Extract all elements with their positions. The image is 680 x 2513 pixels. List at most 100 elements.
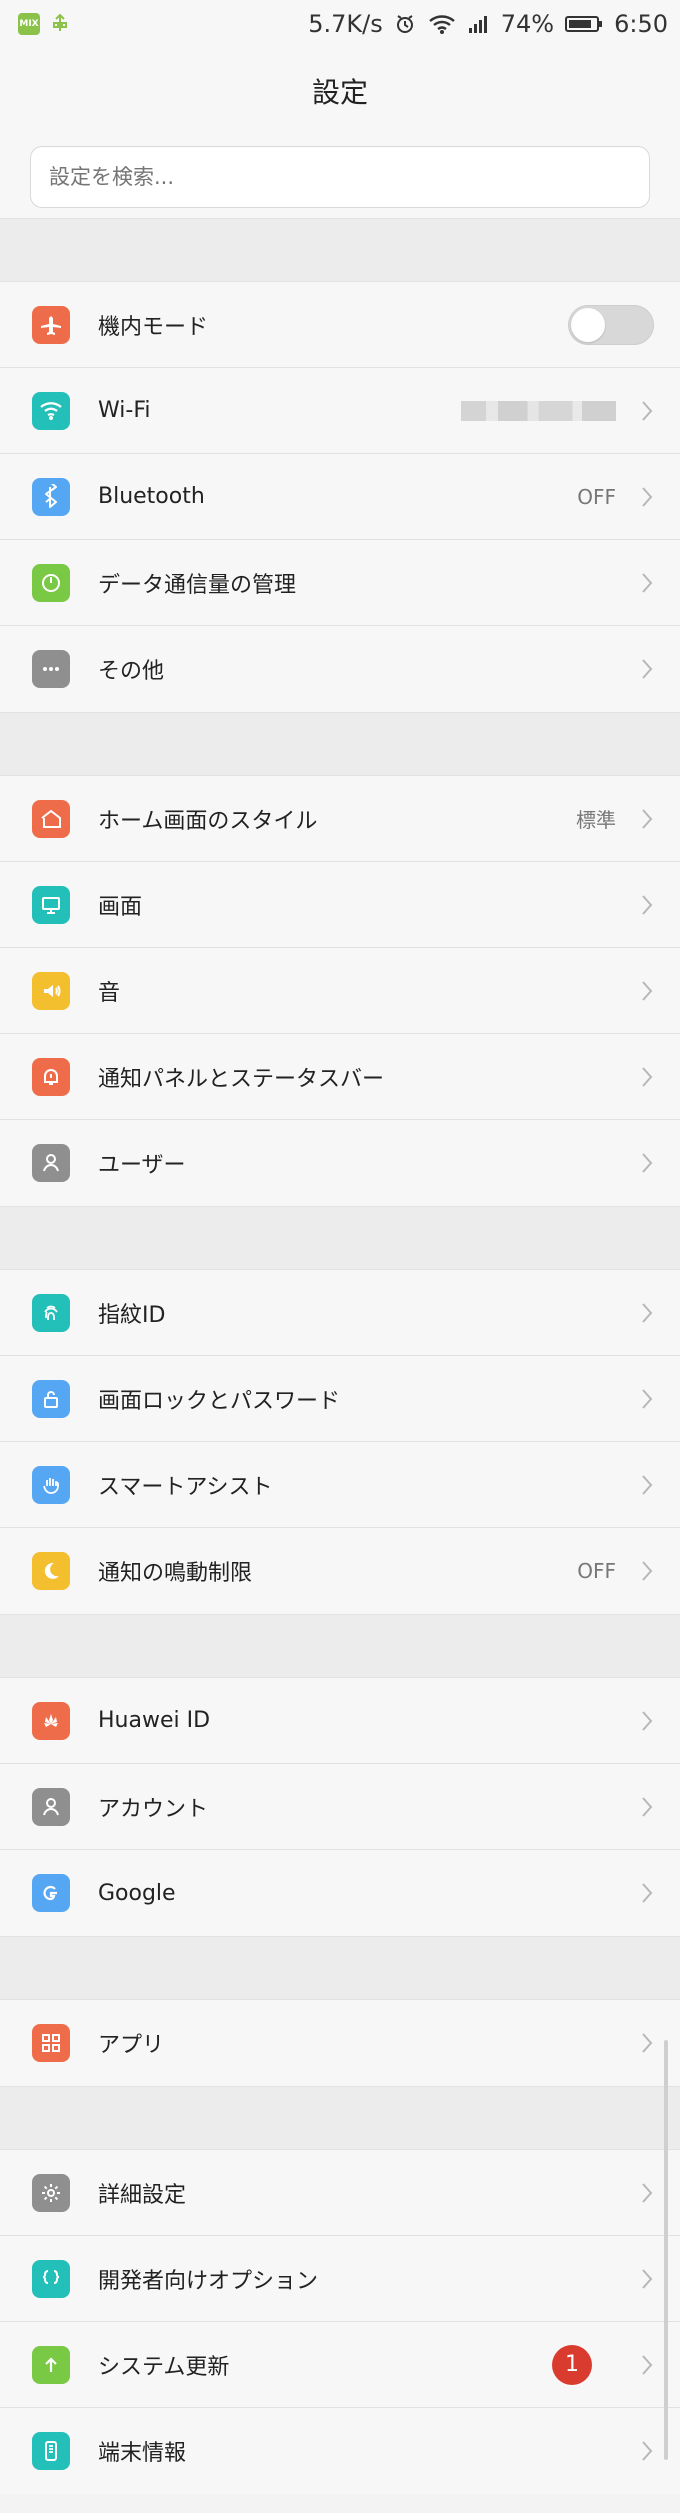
settings-row-sound[interactable]: 音 xyxy=(0,948,680,1034)
settings-row-data-usage[interactable]: データ通信量の管理 xyxy=(0,540,680,626)
home-icon xyxy=(32,799,70,838)
settings-row-apps[interactable]: アプリ xyxy=(0,2000,680,2086)
search-area xyxy=(0,134,680,218)
settings-row-accounts[interactable]: アカウント xyxy=(0,1764,680,1850)
chevron-right-icon xyxy=(638,892,656,918)
usb-icon xyxy=(50,13,70,35)
status-bar: MIX 5.7K/s 74% 6:50 xyxy=(0,0,680,48)
settings-row-home-style[interactable]: ホーム画面のスタイル 標準 xyxy=(0,776,680,862)
row-label: Bluetooth xyxy=(98,484,205,509)
chevron-right-icon xyxy=(638,978,656,1004)
code-braces-icon xyxy=(32,2259,70,2298)
row-label: その他 xyxy=(98,659,165,684)
wifi-icon xyxy=(32,391,70,430)
row-label: Google xyxy=(98,1880,176,1906)
row-label: スマートアシスト xyxy=(98,1474,273,1500)
settings-row-fingerprint-id[interactable]: 指紋ID xyxy=(0,1270,680,1356)
device-info-icon xyxy=(32,2432,70,2470)
chevron-right-icon xyxy=(638,1150,656,1176)
settings-row-developer-options[interactable]: 開発者向けオプション xyxy=(0,2236,680,2322)
mix-app-icon: MIX xyxy=(18,13,40,35)
settings-row-huawei-id[interactable]: Huawei ID xyxy=(0,1678,680,1764)
settings-row-wifi[interactable]: Wi-Fi xyxy=(0,368,680,454)
settings-row-google[interactable]: Google xyxy=(0,1850,680,1936)
battery-icon xyxy=(564,13,604,35)
row-label: ホーム画面のスタイル xyxy=(98,808,318,834)
row-label: 詳細設定 xyxy=(98,2182,187,2208)
settings-row-system-update[interactable]: システム更新 1 xyxy=(0,2322,680,2408)
page-title: 設定 xyxy=(311,76,368,109)
more-icon xyxy=(32,650,70,688)
row-label: 機内モード xyxy=(98,314,209,340)
huawei-icon xyxy=(32,1701,70,1740)
chevron-right-icon xyxy=(638,1300,656,1326)
settings-group-2: ホーム画面のスタイル 標準 画面 音 通知パネルとステータスバー ユーザー xyxy=(0,776,680,1206)
row-label: データ通信量の管理 xyxy=(98,572,297,598)
user-icon xyxy=(32,1144,70,1182)
lock-icon xyxy=(32,1379,70,1418)
airplane-mode-toggle[interactable] xyxy=(568,304,654,345)
row-label: アプリ xyxy=(98,2033,165,2058)
do-not-disturb-value: OFF xyxy=(577,1559,616,1583)
section-gap xyxy=(0,218,680,282)
chevron-right-icon xyxy=(638,2438,656,2464)
network-speed: 5.7K/s xyxy=(308,10,383,38)
chevron-right-icon xyxy=(638,2030,656,2056)
scrollbar[interactable] xyxy=(664,2040,668,2460)
chevron-right-icon xyxy=(638,1472,656,1498)
row-label: アカウント xyxy=(98,1796,209,1822)
row-label: 音 xyxy=(98,980,121,1006)
wifi-network-name-blurred xyxy=(461,400,616,421)
settings-row-smart-assist[interactable]: スマートアシスト xyxy=(0,1442,680,1528)
settings-row-more[interactable]: その他 xyxy=(0,626,680,712)
settings-group-5: アプリ xyxy=(0,2000,680,2086)
chevron-right-icon xyxy=(638,656,656,682)
fingerprint-icon xyxy=(32,1293,70,1332)
row-label: 画面ロックとパスワード xyxy=(98,1388,341,1414)
settings-row-display[interactable]: 画面 xyxy=(0,862,680,948)
toggle-knob xyxy=(571,307,605,342)
hand-icon xyxy=(32,1465,70,1504)
settings-row-about-device[interactable]: 端末情報 xyxy=(0,2408,680,2494)
settings-row-bluetooth[interactable]: Bluetooth OFF xyxy=(0,454,680,540)
row-label: 画面 xyxy=(98,894,143,920)
chevron-right-icon xyxy=(638,1558,656,1584)
gear-icon xyxy=(32,2173,70,2212)
chevron-right-icon xyxy=(638,1794,656,1820)
status-right: 5.7K/s 74% 6:50 xyxy=(308,10,668,38)
settings-search-input[interactable] xyxy=(30,146,650,208)
row-label: システム更新 xyxy=(98,2354,230,2380)
settings-row-screen-lock[interactable]: 画面ロックとパスワード xyxy=(0,1356,680,1442)
alarm-icon xyxy=(393,12,417,36)
notification-icon xyxy=(32,1057,70,1096)
chevron-right-icon xyxy=(638,1386,656,1412)
settings-group-6: 詳細設定 開発者向けオプション システム更新 1 端末情報 xyxy=(0,2150,680,2494)
bluetooth-icon xyxy=(32,477,70,516)
row-label: 通知パネルとステータスバー xyxy=(98,1066,385,1092)
chevron-right-icon xyxy=(638,1880,656,1906)
settings-row-notification-panel[interactable]: 通知パネルとステータスバー xyxy=(0,1034,680,1120)
moon-icon xyxy=(32,1552,70,1590)
settings-row-users[interactable]: ユーザー xyxy=(0,1120,680,1206)
section-gap xyxy=(0,1206,680,1270)
settings-row-do-not-disturb[interactable]: 通知の鳴動制限 OFF xyxy=(0,1528,680,1614)
settings-group-1: 機内モード Wi-Fi Bluetooth OFF データ通信量の管理 その他 xyxy=(0,282,680,712)
update-count-badge: 1 xyxy=(552,2344,592,2385)
google-icon xyxy=(32,1874,70,1912)
row-label: ユーザー xyxy=(98,1153,186,1178)
data-usage-icon xyxy=(32,563,70,602)
settings-row-airplane-mode[interactable]: 機内モード xyxy=(0,282,680,368)
row-label: Wi-Fi xyxy=(98,398,151,423)
display-icon xyxy=(32,885,70,924)
chevron-right-icon xyxy=(638,1064,656,1090)
chevron-right-icon xyxy=(638,484,656,510)
page-header: 設定 xyxy=(0,48,680,134)
airplane-icon xyxy=(32,305,70,344)
chevron-right-icon xyxy=(638,806,656,832)
account-icon xyxy=(32,1787,70,1826)
settings-row-advanced-settings[interactable]: 詳細設定 xyxy=(0,2150,680,2236)
chevron-right-icon xyxy=(638,2180,656,2206)
row-label: 通知の鳴動制限 xyxy=(98,1561,253,1586)
bluetooth-status-value: OFF xyxy=(577,484,616,509)
row-label: 端末情報 xyxy=(98,2441,187,2466)
